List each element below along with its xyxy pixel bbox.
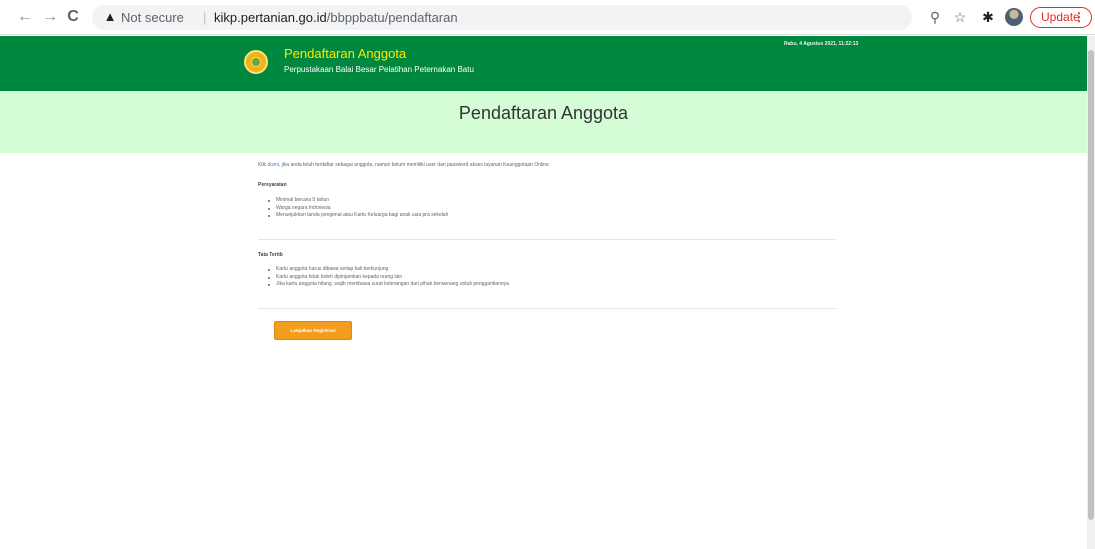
site-title: Pendaftaran Anggota: [284, 46, 407, 61]
page-scrollbar[interactable]: [1087, 36, 1095, 549]
url-host: kikp.pertanian.go.id: [214, 10, 327, 25]
page-banner: Pendaftaran Anggota: [0, 91, 1087, 153]
intro-text: Klik disini, jika anda telah terdaftar s…: [258, 162, 550, 168]
list-item: Menunjukkan tanda pengenal atau Kartu Ke…: [268, 212, 448, 220]
browser-toolbar: ← → C ▲ Not secure | kikp.pertanian.go.i…: [0, 0, 1095, 35]
requirements-heading: Persyaratan: [258, 182, 287, 188]
warning-icon[interactable]: ▲: [102, 9, 118, 25]
intro-suffix: , jika anda telah terdaftar sebagai angg…: [278, 162, 551, 168]
list-item: Warga negara Indonesia: [268, 205, 448, 213]
here-link[interactable]: disini: [267, 162, 278, 168]
list-item: Jika kartu anggota hilang, wajib membawa…: [268, 281, 509, 289]
security-status[interactable]: Not secure: [121, 10, 184, 25]
logo-icon: [244, 50, 268, 74]
forward-icon[interactable]: →: [41, 8, 59, 26]
section-divider: [258, 308, 836, 309]
address-bar[interactable]: ▲ Not secure | kikp.pertanian.go.id/bbpp…: [92, 5, 912, 30]
scrollbar-thumb[interactable]: [1088, 50, 1094, 520]
requirements-list: Minimal berusia 5 tahun Warga negara Ind…: [268, 197, 448, 220]
menu-icon: ⋮: [1073, 10, 1085, 24]
rules-list: Kartu anggota harus dibawa setiap kali b…: [268, 266, 509, 289]
page-title: Pendaftaran Anggota: [458, 103, 629, 123]
profile-avatar[interactable]: [1005, 8, 1023, 26]
update-button[interactable]: Update ⋮: [1030, 7, 1092, 28]
extensions-icon[interactable]: ✱: [980, 9, 996, 25]
list-item: Kartu anggota tidak boleh dipinjamkan ke…: [268, 274, 509, 282]
url-text[interactable]: kikp.pertanian.go.id/bbppbatu/pendaftara…: [214, 10, 458, 25]
section-divider: [258, 239, 836, 240]
logo-emblem: [251, 57, 261, 67]
header-datetime: Rabu, 4 Agustus 2021, 11:22:13: [784, 41, 859, 47]
continue-registration-button[interactable]: Lanjutkan Registrasi: [274, 321, 352, 340]
bookmark-star-icon[interactable]: ☆: [952, 9, 968, 25]
site-header: Pendaftaran Anggota Perpustakaan Balai B…: [0, 36, 1087, 91]
list-item: Kartu anggota harus dibawa setiap kali b…: [268, 266, 509, 274]
back-icon[interactable]: ←: [16, 8, 34, 26]
url-separator: |: [203, 10, 207, 25]
url-path: /bbppbatu/pendaftaran: [326, 10, 458, 25]
reload-icon[interactable]: C: [64, 8, 82, 26]
zoom-icon[interactable]: ⚲: [927, 9, 943, 25]
site-subtitle: Perpustakaan Balai Besar Pelatihan Peter…: [284, 65, 474, 74]
list-item: Minimal berusia 5 tahun: [268, 197, 448, 205]
rules-heading: Tata Tertib: [258, 252, 283, 258]
page-viewport: Pendaftaran Anggota Perpustakaan Balai B…: [0, 36, 1087, 549]
